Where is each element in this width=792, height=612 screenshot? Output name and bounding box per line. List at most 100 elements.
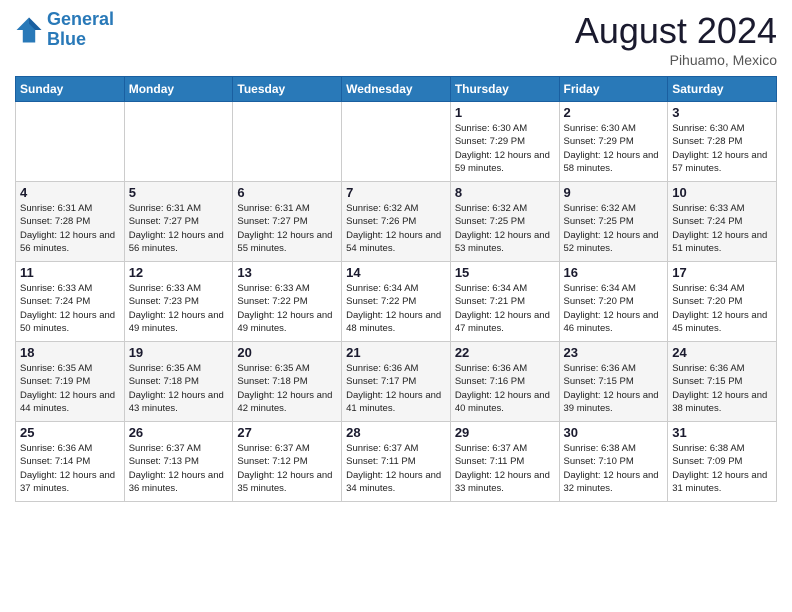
day-info: Sunrise: 6:37 AMSunset: 7:11 PMDaylight:… (346, 442, 446, 495)
day-number: 29 (455, 425, 555, 440)
calendar-cell: 14 Sunrise: 6:34 AMSunset: 7:22 PMDayligh… (342, 262, 451, 342)
day-number: 21 (346, 345, 446, 360)
day-number: 24 (672, 345, 772, 360)
day-info: Sunrise: 6:32 AMSunset: 7:25 PMDaylight:… (564, 202, 664, 255)
day-number: 25 (20, 425, 120, 440)
day-info: Sunrise: 6:30 AMSunset: 7:29 PMDaylight:… (564, 122, 664, 175)
calendar-cell: 16 Sunrise: 6:34 AMSunset: 7:20 PMDayligh… (559, 262, 668, 342)
day-info: Sunrise: 6:31 AMSunset: 7:27 PMDaylight:… (237, 202, 337, 255)
day-info: Sunrise: 6:30 AMSunset: 7:29 PMDaylight:… (455, 122, 555, 175)
calendar-cell: 9 Sunrise: 6:32 AMSunset: 7:25 PMDaylight… (559, 182, 668, 262)
calendar-week-row: 1 Sunrise: 6:30 AMSunset: 7:29 PMDaylight… (16, 102, 777, 182)
day-info: Sunrise: 6:35 AMSunset: 7:18 PMDaylight:… (129, 362, 229, 415)
location-subtitle: Pihuamo, Mexico (575, 52, 777, 68)
calendar-cell: 21 Sunrise: 6:36 AMSunset: 7:17 PMDayligh… (342, 342, 451, 422)
day-number: 22 (455, 345, 555, 360)
day-info: Sunrise: 6:37 AMSunset: 7:12 PMDaylight:… (237, 442, 337, 495)
day-info: Sunrise: 6:31 AMSunset: 7:27 PMDaylight:… (129, 202, 229, 255)
day-number: 31 (672, 425, 772, 440)
day-number: 14 (346, 265, 446, 280)
day-info: Sunrise: 6:35 AMSunset: 7:18 PMDaylight:… (237, 362, 337, 415)
calendar-cell: 27 Sunrise: 6:37 AMSunset: 7:12 PMDayligh… (233, 422, 342, 502)
day-number: 27 (237, 425, 337, 440)
day-header-wednesday: Wednesday (342, 77, 451, 102)
calendar-cell: 25 Sunrise: 6:36 AMSunset: 7:14 PMDayligh… (16, 422, 125, 502)
day-number: 16 (564, 265, 664, 280)
day-info: Sunrise: 6:37 AMSunset: 7:13 PMDaylight:… (129, 442, 229, 495)
day-info: Sunrise: 6:37 AMSunset: 7:11 PMDaylight:… (455, 442, 555, 495)
calendar-cell: 28 Sunrise: 6:37 AMSunset: 7:11 PMDayligh… (342, 422, 451, 502)
calendar-cell: 6 Sunrise: 6:31 AMSunset: 7:27 PMDaylight… (233, 182, 342, 262)
day-info: Sunrise: 6:38 AMSunset: 7:09 PMDaylight:… (672, 442, 772, 495)
day-number: 19 (129, 345, 229, 360)
calendar-week-row: 4 Sunrise: 6:31 AMSunset: 7:28 PMDaylight… (16, 182, 777, 262)
day-info: Sunrise: 6:33 AMSunset: 7:23 PMDaylight:… (129, 282, 229, 335)
day-number: 7 (346, 185, 446, 200)
logo: General Blue (15, 10, 114, 50)
title-block: August 2024 Pihuamo, Mexico (575, 10, 777, 68)
calendar-cell (233, 102, 342, 182)
calendar-week-row: 11Sunrise: 6:33 AMSunset: 7:24 PMDayligh… (16, 262, 777, 342)
day-info: Sunrise: 6:32 AMSunset: 7:25 PMDaylight:… (455, 202, 555, 255)
day-number: 8 (455, 185, 555, 200)
calendar-cell: 18Sunrise: 6:35 AMSunset: 7:19 PMDayligh… (16, 342, 125, 422)
calendar-cell (124, 102, 233, 182)
day-header-saturday: Saturday (668, 77, 777, 102)
calendar-cell: 17 Sunrise: 6:34 AMSunset: 7:20 PMDayligh… (668, 262, 777, 342)
day-number: 4 (20, 185, 120, 200)
day-number: 1 (455, 105, 555, 120)
day-info: Sunrise: 6:30 AMSunset: 7:28 PMDaylight:… (672, 122, 772, 175)
logo-text: General Blue (47, 10, 114, 50)
day-number: 15 (455, 265, 555, 280)
day-header-monday: Monday (124, 77, 233, 102)
day-number: 20 (237, 345, 337, 360)
day-number: 6 (237, 185, 337, 200)
day-info: Sunrise: 6:32 AMSunset: 7:26 PMDaylight:… (346, 202, 446, 255)
day-info: Sunrise: 6:36 AMSunset: 7:17 PMDaylight:… (346, 362, 446, 415)
day-number: 11 (20, 265, 120, 280)
day-number: 26 (129, 425, 229, 440)
calendar-cell: 3Sunrise: 6:30 AMSunset: 7:28 PMDaylight… (668, 102, 777, 182)
calendar-header-row: SundayMondayTuesdayWednesdayThursdayFrid… (16, 77, 777, 102)
day-number: 23 (564, 345, 664, 360)
day-header-thursday: Thursday (450, 77, 559, 102)
calendar-week-row: 25 Sunrise: 6:36 AMSunset: 7:14 PMDayligh… (16, 422, 777, 502)
calendar-cell (16, 102, 125, 182)
day-info: Sunrise: 6:35 AMSunset: 7:19 PMDaylight:… (20, 362, 120, 415)
day-number: 10 (672, 185, 772, 200)
calendar-cell: 7 Sunrise: 6:32 AMSunset: 7:26 PMDaylight… (342, 182, 451, 262)
calendar-cell: 19 Sunrise: 6:35 AMSunset: 7:18 PMDayligh… (124, 342, 233, 422)
calendar-cell: 31 Sunrise: 6:38 AMSunset: 7:09 PMDayligh… (668, 422, 777, 502)
calendar-cell: 11Sunrise: 6:33 AMSunset: 7:24 PMDayligh… (16, 262, 125, 342)
day-number: 17 (672, 265, 772, 280)
calendar-cell: 2Sunrise: 6:30 AMSunset: 7:29 PMDaylight… (559, 102, 668, 182)
day-info: Sunrise: 6:36 AMSunset: 7:16 PMDaylight:… (455, 362, 555, 415)
day-info: Sunrise: 6:38 AMSunset: 7:10 PMDaylight:… (564, 442, 664, 495)
calendar-cell: 23Sunrise: 6:36 AMSunset: 7:15 PMDayligh… (559, 342, 668, 422)
day-number: 9 (564, 185, 664, 200)
day-number: 12 (129, 265, 229, 280)
day-header-tuesday: Tuesday (233, 77, 342, 102)
calendar-cell: 13Sunrise: 6:33 AMSunset: 7:22 PMDayligh… (233, 262, 342, 342)
calendar-cell: 20 Sunrise: 6:35 AMSunset: 7:18 PMDayligh… (233, 342, 342, 422)
day-info: Sunrise: 6:36 AMSunset: 7:14 PMDaylight:… (20, 442, 120, 495)
calendar-cell: 8 Sunrise: 6:32 AMSunset: 7:25 PMDaylight… (450, 182, 559, 262)
calendar-table: SundayMondayTuesdayWednesdayThursdayFrid… (15, 76, 777, 502)
calendar-cell: 10Sunrise: 6:33 AMSunset: 7:24 PMDayligh… (668, 182, 777, 262)
page-header: General Blue August 2024 Pihuamo, Mexico (15, 10, 777, 68)
calendar-week-row: 18Sunrise: 6:35 AMSunset: 7:19 PMDayligh… (16, 342, 777, 422)
calendar-cell: 15 Sunrise: 6:34 AMSunset: 7:21 PMDayligh… (450, 262, 559, 342)
day-info: Sunrise: 6:34 AMSunset: 7:22 PMDaylight:… (346, 282, 446, 335)
day-number: 13 (237, 265, 337, 280)
day-info: Sunrise: 6:34 AMSunset: 7:20 PMDaylight:… (564, 282, 664, 335)
day-number: 5 (129, 185, 229, 200)
day-number: 28 (346, 425, 446, 440)
calendar-cell (342, 102, 451, 182)
day-info: Sunrise: 6:34 AMSunset: 7:20 PMDaylight:… (672, 282, 772, 335)
calendar-cell: 24Sunrise: 6:36 AMSunset: 7:15 PMDayligh… (668, 342, 777, 422)
calendar-cell: 22 Sunrise: 6:36 AMSunset: 7:16 PMDayligh… (450, 342, 559, 422)
day-info: Sunrise: 6:34 AMSunset: 7:21 PMDaylight:… (455, 282, 555, 335)
day-info: Sunrise: 6:31 AMSunset: 7:28 PMDaylight:… (20, 202, 120, 255)
calendar-cell: 5 Sunrise: 6:31 AMSunset: 7:27 PMDaylight… (124, 182, 233, 262)
calendar-cell: 29 Sunrise: 6:37 AMSunset: 7:11 PMDayligh… (450, 422, 559, 502)
